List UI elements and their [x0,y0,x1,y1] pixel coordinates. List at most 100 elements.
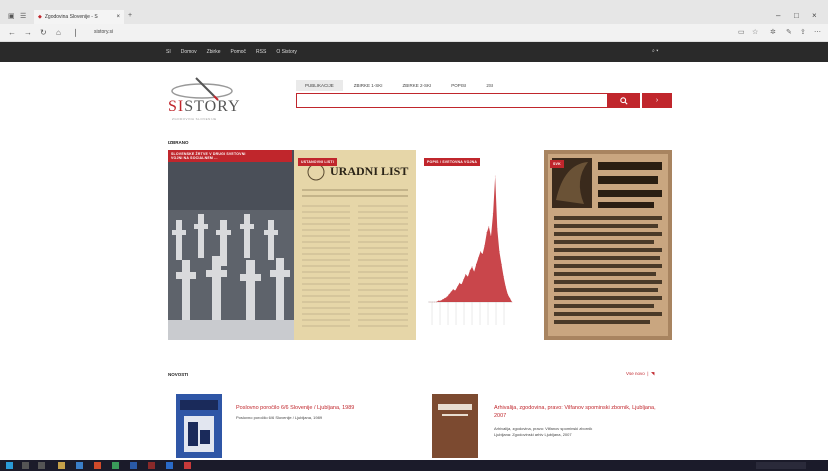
tab-collections-2[interactable]: ZBIRKE 2-SKI [394,80,441,91]
search-options-button[interactable]: › [642,93,672,108]
timeline-chart [428,175,513,325]
outlook-icon[interactable] [166,462,173,469]
address-bar: ← → ↻ ⌂ ❘ sistory.si ▭ ☆ ✲ ✎ ⇪ ⋯ [0,24,828,42]
refresh-icon[interactable]: ↻ [40,28,47,37]
featured-card-war-victims[interactable]: SLOVENSKE ŽRTVE V DRUGI SVETOVNI VOJNI N… [168,150,294,340]
nav-item-about[interactable]: O Sistory [276,49,297,55]
start-windows-icon[interactable] [6,462,13,469]
logo-wordmark: SISTORY [168,98,241,115]
excel-icon[interactable] [112,462,119,469]
tab-publications[interactable]: PUBLIKACIJE [296,80,343,91]
featured-card-chart[interactable]: POPIS / SVETOVNA VOJNA [424,150,516,340]
card-badge: SLOVENSKE ŽRTVE V DRUGI SVETOVNI VOJNI N… [168,150,292,162]
tab-2si[interactable]: 2SI [477,80,502,91]
chart-point [475,263,477,265]
file-explorer-icon[interactable] [58,462,65,469]
browser-tab[interactable]: ◆ Zgodovina Slovenije - S × [34,10,124,24]
publication-cover[interactable] [432,394,478,458]
chart-point [492,213,494,215]
tab-close-icon[interactable]: × [116,14,120,20]
search-taskbar-icon[interactable] [22,462,29,469]
favorites-hub-icon[interactable]: ✲ [770,28,776,36]
sistory-logo[interactable]: SISTORY ZGODOVINA SLOVENIJE [168,72,258,124]
nav-item-si[interactable]: SI [166,49,171,55]
chart-point [507,294,509,295]
minimize-button[interactable]: – [776,11,780,20]
os-taskbar [0,460,828,471]
chart-point [496,228,498,230]
site-info-icon[interactable]: ❘ [72,28,79,37]
chart-point [450,291,452,293]
rss-icon: ◥ [651,371,655,376]
chart-point [494,175,496,177]
task-view-icon[interactable] [38,462,45,469]
publication-title[interactable]: Arhivalija, zgodovina, pravo: Vilfanov s… [494,404,664,420]
browser-tab-bar: ▣ ☰ ◆ Zgodovina Slovenije - S × + – □ × [0,0,828,24]
chart-point [431,301,433,303]
nav-item-home[interactable]: Domov [181,49,197,55]
chart-point [511,301,513,303]
nav-item-collections[interactable]: Zbirke [207,49,221,55]
chart-point [488,226,490,227]
chart-point [486,232,488,233]
tab-collections-1[interactable]: ZBIRKE 1-SKI [345,80,392,91]
pdf-icon[interactable] [184,462,191,469]
share-icon[interactable]: ⇪ [800,28,806,36]
featured-card-gazette[interactable]: URADNI LIST USTANOVNI LISTI [294,150,416,340]
chart-point [442,299,443,300]
featured-card-old-print[interactable]: SVK [544,150,672,340]
home-icon[interactable]: ⌂ [56,28,61,37]
office-app-icon[interactable] [94,462,101,469]
reading-view-icon[interactable]: ▭ [738,28,745,36]
forward-arrow-icon[interactable]: → [24,28,32,37]
chart-point [459,282,460,284]
cover-art [176,394,222,458]
search-button[interactable] [608,93,640,108]
tab-manager-icon[interactable]: ▣ [8,12,15,20]
nav-item-help[interactable]: Pomoč [230,49,246,55]
publication-cover[interactable] [176,394,222,458]
publication-subtitle: Arhivalija, zgodovina, pravo: Vilfanov s… [494,426,593,437]
site-navigation: SI Domov Zbirke Pomoč RSS O Sistory ⌕ ▾ [0,42,828,62]
old-print-scan [544,150,672,340]
tab-favicon-icon: ◆ [38,14,42,20]
latest-heading: NOVOSTI [168,372,189,377]
chart-point [452,289,454,290]
chart-x-ticks [431,302,505,325]
publication-subtitle: Poslovno poročilo 6/6 Slovenije / Ljublj… [236,415,323,420]
chart-point [505,286,506,288]
maximize-button[interactable]: □ [794,11,799,20]
close-window-button[interactable]: × [812,11,817,20]
nav-user-menu[interactable]: ⌕ ▾ [652,48,658,54]
gazette-title: URADNI LIST [330,164,409,178]
card-badge: POPIS / SVETOVNA VOJNA [424,158,481,166]
tab-preview-icon[interactable]: ☰ [20,12,26,20]
app-icon[interactable] [148,462,155,469]
system-tray[interactable] [756,462,806,469]
word-icon[interactable] [130,462,137,469]
chart-point [490,236,492,237]
chart-point [478,257,479,259]
nav-item-rss[interactable]: RSS [256,49,266,55]
new-tab-button[interactable]: + [128,12,132,19]
chart-point [446,296,448,298]
favorite-star-icon[interactable]: ☆ [752,28,758,36]
back-arrow-icon[interactable]: ← [8,28,16,37]
publication-title[interactable]: Poslovno poročilo 6/6 Slovenije / Ljublj… [236,404,396,412]
chart-point [457,286,458,288]
see-all-link[interactable]: Vse novo ❘ ◥ [626,371,655,377]
url-field[interactable]: sistory.si [94,29,113,35]
search-input[interactable] [296,93,608,108]
chart-point [509,297,511,299]
tab-records[interactable]: POPISI [442,80,475,91]
chart-point [480,251,481,252]
chart-point [465,273,467,275]
chart-point [467,276,469,278]
chart-point [463,279,464,280]
chart-point [454,290,456,291]
more-icon[interactable]: ⋯ [814,28,821,36]
notes-pen-icon[interactable]: ✎ [786,28,792,36]
logo-tagline: ZGODOVINA SLOVENIJE [172,117,217,121]
edge-browser-icon[interactable] [76,462,83,469]
chart-point [438,300,439,302]
